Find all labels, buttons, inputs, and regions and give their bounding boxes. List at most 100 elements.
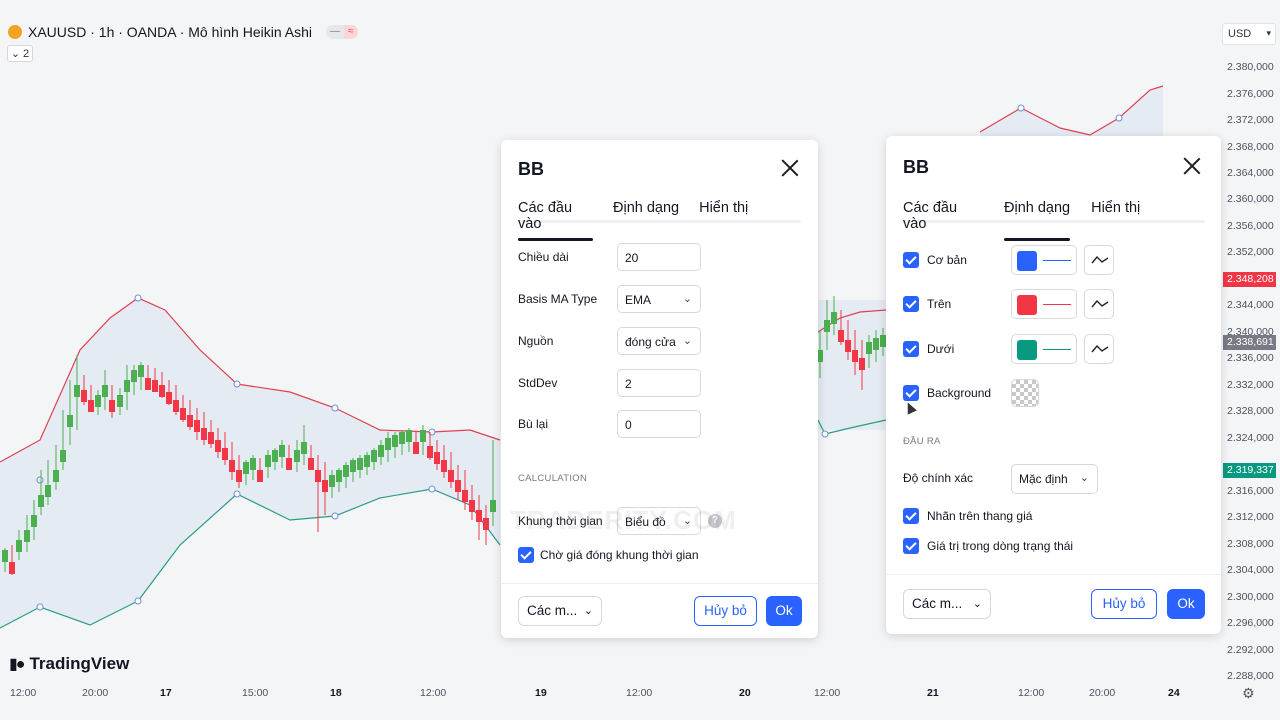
lower-checkbox[interactable] xyxy=(903,341,919,357)
time-tick: 17 xyxy=(160,687,172,699)
price-tick: 2.336,000 xyxy=(1227,352,1274,364)
defaults-menu-button[interactable]: Các m... ⌄ xyxy=(903,589,991,619)
line-style-icon xyxy=(1091,255,1109,264)
time-tick: 12:00 xyxy=(814,687,841,699)
candle-body xyxy=(131,370,137,382)
candle-body xyxy=(109,400,115,412)
time-tick: 18 xyxy=(330,687,342,699)
candle-body xyxy=(145,378,151,390)
offset-label: Bù lại xyxy=(518,417,549,431)
tab-style[interactable]: Định dạng xyxy=(1004,200,1071,241)
upper-checkbox[interactable] xyxy=(903,296,919,312)
anchor-point xyxy=(36,476,44,484)
price-axis[interactable]: 2.380,000 2.376,000 2.372,000 2.368,000 2.36… xyxy=(1222,0,1280,720)
time-tick: 12:00 xyxy=(626,687,653,699)
line-style-icon xyxy=(1091,299,1109,308)
basis-price-tag: 2.338,691 xyxy=(1223,335,1276,350)
candle-body xyxy=(448,470,454,482)
time-tick: 12:00 xyxy=(10,687,37,699)
anchor-point xyxy=(331,404,339,412)
anchor-point xyxy=(1115,114,1123,122)
candle-body xyxy=(257,470,263,482)
ma-type-label: Basis MA Type xyxy=(518,292,598,306)
close-icon[interactable] xyxy=(1183,157,1201,175)
ok-button[interactable]: Ok xyxy=(1167,589,1205,619)
price-tick: 2.352,000 xyxy=(1227,246,1274,258)
anchor-point xyxy=(233,490,241,498)
candle-body xyxy=(250,458,256,470)
wait-close-label: Chờ giá đóng khung thời gian xyxy=(540,548,699,562)
lower-plot-style-button[interactable] xyxy=(1084,334,1114,364)
candle-body xyxy=(194,420,200,432)
candle-body xyxy=(31,515,37,527)
candle-body xyxy=(272,450,278,462)
price-tick: 2.360,000 xyxy=(1227,193,1274,205)
precision-select[interactable]: Mặc định ⌄ xyxy=(1011,464,1098,494)
offset-input[interactable]: 0 xyxy=(617,410,701,438)
background-checkbox[interactable] xyxy=(903,385,919,401)
tab-visibility[interactable]: Hiển thị xyxy=(699,200,748,241)
candle-body xyxy=(462,490,468,502)
ok-button[interactable]: Ok xyxy=(766,596,802,626)
basis-checkbox[interactable] xyxy=(903,252,919,268)
candle-body xyxy=(222,448,228,460)
time-tick: 20:00 xyxy=(82,687,109,699)
stddev-label: StdDev xyxy=(518,376,558,390)
candle-body xyxy=(476,510,482,522)
source-label: Nguồn xyxy=(518,334,554,348)
time-tick: 20:00 xyxy=(1089,687,1116,699)
upper-plot-style-button[interactable] xyxy=(1084,289,1114,319)
defaults-menu-button[interactable]: Các m... ⌄ xyxy=(518,596,602,626)
price-tick: 2.308,000 xyxy=(1227,538,1274,550)
time-tick: 21 xyxy=(927,687,939,699)
candle-body xyxy=(399,432,405,444)
labels-on-scale-checkbox[interactable] xyxy=(903,508,919,524)
basis-color-button[interactable] xyxy=(1011,245,1077,275)
candle-body xyxy=(138,365,144,377)
candle-body xyxy=(95,395,101,407)
lower-color-button[interactable] xyxy=(1011,334,1077,364)
candle-body xyxy=(406,430,412,442)
cancel-button[interactable]: Hủy bỏ xyxy=(1091,589,1157,619)
ma-type-select[interactable]: EMA ⌄ xyxy=(617,285,701,313)
candle-body xyxy=(45,485,51,497)
symbol-legend[interactable]: XAUUSD · 1h · OANDA · Mô hình Heikin Ash… xyxy=(8,24,358,40)
length-input[interactable]: 20 xyxy=(617,243,701,271)
cancel-button[interactable]: Hủy bỏ xyxy=(694,596,757,626)
source-select[interactable]: đóng cửa ⌄ xyxy=(617,327,701,355)
bb-settings-dialog-style: BB Các đầu vào Định dạng Hiển thị Cơ bản… xyxy=(886,136,1221,634)
background-color-button[interactable] xyxy=(1011,379,1039,407)
precision-label: Độ chính xác xyxy=(903,471,974,485)
candle-body xyxy=(74,385,80,397)
stddev-input[interactable]: 2 xyxy=(617,369,701,397)
indicators-toggle-button[interactable]: ⌄ 2 xyxy=(7,45,33,62)
price-tick: 2.324,000 xyxy=(1227,432,1274,444)
tab-style[interactable]: Định dạng xyxy=(613,200,679,241)
lower-label: Dưới xyxy=(927,342,955,356)
upper-color-swatch xyxy=(1017,295,1037,315)
candle-body xyxy=(378,445,384,457)
time-axis[interactable]: 12:00 20:00 17 15:00 18 12:00 19 12:00 20 12:00 21… xyxy=(0,682,1222,706)
price-tick: 2.364,000 xyxy=(1227,167,1274,179)
basis-plot-style-button[interactable] xyxy=(1084,245,1114,275)
values-in-status-checkbox[interactable] xyxy=(903,538,919,554)
tab-visibility[interactable]: Hiển thị xyxy=(1091,200,1140,241)
candle-body xyxy=(24,530,30,542)
candle-body xyxy=(265,455,271,467)
candle-body xyxy=(236,470,242,482)
tab-inputs[interactable]: Các đầu vào xyxy=(518,200,593,241)
upper-color-button[interactable] xyxy=(1011,289,1077,319)
close-icon[interactable] xyxy=(781,159,799,177)
upper-line-preview xyxy=(1043,304,1071,305)
candle-body xyxy=(152,380,158,392)
tab-inputs[interactable]: Các đầu vào xyxy=(903,200,983,241)
price-tick: 2.304,000 xyxy=(1227,564,1274,576)
chevron-down-icon: ⌄ xyxy=(682,293,692,305)
candle-body xyxy=(483,518,489,530)
symbol-title[interactable]: XAUUSD · 1h · OANDA · Mô hình Heikin Ash… xyxy=(28,24,312,40)
defaults-label: Các m... xyxy=(527,603,578,618)
candle-body xyxy=(81,390,87,402)
gear-icon[interactable]: ⚙ xyxy=(1242,685,1255,702)
wait-close-checkbox[interactable] xyxy=(518,547,534,563)
anchor-point xyxy=(331,512,339,520)
